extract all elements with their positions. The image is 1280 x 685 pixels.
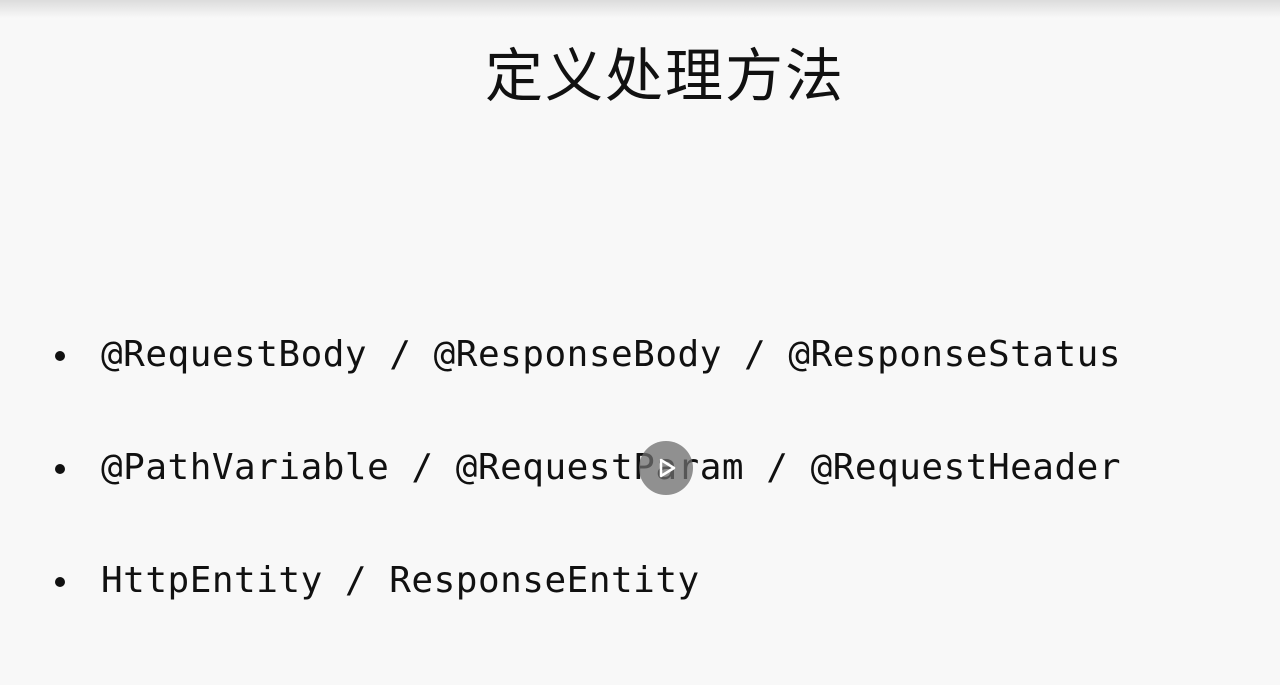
bullet-text: @RequestBody / @ResponseBody / @Response…	[101, 334, 1121, 375]
bullet-text: HttpEntity / ResponseEntity	[101, 560, 700, 601]
bullet-dot-icon	[55, 351, 65, 361]
list-item: @RequestBody / @ResponseBody / @Response…	[55, 323, 1121, 436]
play-icon	[659, 458, 676, 478]
list-item: HttpEntity / ResponseEntity	[55, 549, 1121, 662]
bullet-dot-icon	[55, 577, 65, 587]
bullet-list: @RequestBody / @ResponseBody / @Response…	[55, 323, 1121, 662]
slide: 定义处理方法 @RequestBody / @ResponseBody / @R…	[0, 0, 1280, 685]
play-button[interactable]	[639, 441, 693, 495]
bullet-text: @PathVariable / @RequestParam / @Request…	[101, 447, 1121, 488]
top-shadow	[0, 0, 1280, 18]
slide-title: 定义处理方法	[484, 42, 845, 110]
bullet-dot-icon	[55, 464, 65, 474]
list-item: @PathVariable / @RequestParam / @Request…	[55, 436, 1121, 549]
